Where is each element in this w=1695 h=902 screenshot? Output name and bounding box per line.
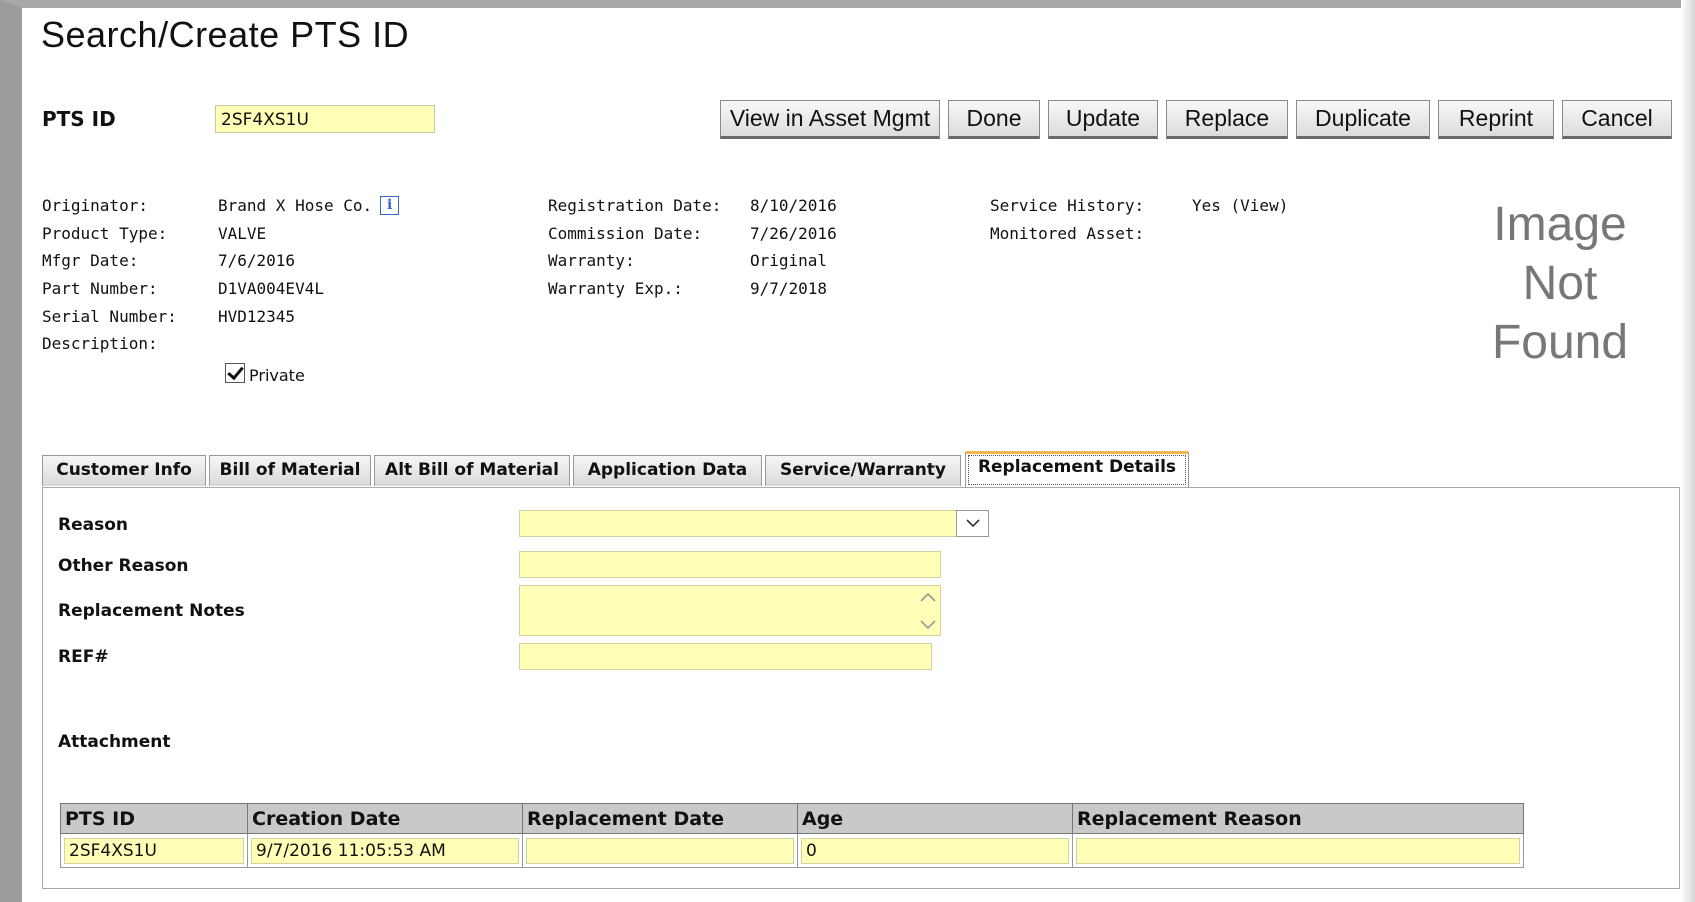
description-value — [218, 334, 399, 362]
grid-cell — [522, 833, 798, 868]
part-number-value: D1VA004EV4L — [218, 279, 324, 299]
info-labels-col2: Registration Date: Commission Date: Warr… — [548, 196, 721, 307]
grid-header-pts-id: PTS ID — [60, 803, 248, 834]
grid-cell: 0 — [797, 833, 1073, 868]
originator-row: Brand X Hose Co. i — [218, 196, 400, 224]
grid-age-input[interactable]: 0 — [801, 837, 1069, 864]
grid-replacement-date-input[interactable] — [526, 837, 794, 864]
textarea-scrollbar[interactable] — [917, 587, 939, 635]
private-checkbox[interactable] — [225, 363, 245, 383]
product-type-label: Product Type: — [42, 223, 168, 243]
replacement-grid: PTS ID Creation Date Replacement Date Ag… — [60, 803, 1524, 868]
reason-label: Reason — [58, 515, 128, 535]
replacement-notes-label: Replacement Notes — [58, 601, 245, 621]
tab-bill-of-material[interactable]: Bill of Material — [209, 455, 371, 486]
replace-button[interactable]: Replace — [1166, 100, 1288, 139]
tab-service-warranty[interactable]: Service/Warranty — [765, 455, 961, 486]
image-placeholder-line: Found — [1491, 316, 1629, 369]
pts-id-label: PTS ID — [42, 107, 116, 131]
monitored-asset-label: Monitored Asset: — [990, 223, 1145, 243]
table-row: 2SF4XS1U 9/7/2016 11:05:53 AM 0 — [60, 833, 1524, 868]
tab-alt-bill-of-material[interactable]: Alt Bill of Material — [374, 455, 570, 486]
info-labels-col3: Service History: Monitored Asset: — [990, 196, 1144, 251]
private-checkbox-row[interactable]: Private — [225, 363, 305, 385]
info-values-col2: 8/10/2016 7/26/2016 Original 9/7/2018 — [750, 196, 837, 307]
tab-replacement-details[interactable]: Replacement Details — [965, 451, 1189, 488]
serial-number-value: HVD12345 — [218, 306, 296, 326]
info-values-col3: Yes (View) — [1192, 196, 1288, 251]
warranty-exp-value: 9/7/2018 — [750, 279, 828, 299]
info-labels-col1: Originator: Product Type: Mfgr Date: Par… — [42, 196, 177, 362]
serial-number-label: Serial Number: — [42, 306, 177, 326]
commission-date-label: Commission Date: — [548, 223, 703, 243]
chevron-down-icon[interactable] — [956, 510, 989, 537]
done-button[interactable]: Done — [948, 100, 1040, 139]
service-history-label: Service History: — [990, 196, 1145, 215]
replacement-notes-textarea[interactable] — [519, 585, 941, 636]
mfgr-date-label: Mfgr Date: — [42, 251, 139, 271]
grid-cell: 2SF4XS1U — [60, 833, 248, 868]
grid-header-replacement-date: Replacement Date — [522, 803, 798, 834]
window-shadow — [1681, 0, 1695, 902]
mfgr-date-value: 7/6/2016 — [218, 251, 296, 271]
ref-label: REF# — [58, 647, 109, 667]
grid-pts-id-input[interactable]: 2SF4XS1U — [64, 837, 244, 864]
product-type-value: VALVE — [218, 223, 267, 243]
monitored-asset-value — [1192, 224, 1288, 252]
warranty-label: Warranty: — [548, 251, 635, 271]
info-values-col1: Brand X Hose Co. i VALVE 7/6/2016 D1VA004… — [218, 196, 400, 362]
grid-replacement-reason-input[interactable] — [1076, 837, 1520, 864]
registration-date-value: 8/10/2016 — [750, 196, 837, 215]
grid-cell: 9/7/2016 11:05:53 AM — [247, 833, 523, 868]
image-placeholder-line: Image — [1493, 198, 1627, 251]
reason-select[interactable] — [519, 510, 989, 537]
registration-date-label: Registration Date: — [548, 196, 722, 215]
warranty-exp-label: Warranty Exp.: — [548, 279, 683, 299]
grid-creation-date-input[interactable]: 9/7/2016 11:05:53 AM — [251, 837, 519, 864]
tab-customer-info[interactable]: Customer Info — [42, 455, 206, 486]
grid-header-creation-date: Creation Date — [247, 803, 523, 834]
service-history-value[interactable]: Yes (View) — [1192, 196, 1288, 224]
page-title: Search/Create PTS ID — [41, 14, 410, 55]
scroll-up-icon — [920, 592, 936, 602]
replacement-details-panel: Reason Other Reason Replacement Notes RE… — [42, 487, 1680, 889]
pts-id-input[interactable]: 2SF4XS1U — [215, 105, 435, 133]
reprint-button[interactable]: Reprint — [1438, 100, 1554, 139]
other-reason-input[interactable] — [519, 551, 941, 578]
grid-header-row: PTS ID Creation Date Replacement Date Ag… — [60, 803, 1524, 834]
update-button[interactable]: Update — [1048, 100, 1158, 139]
part-number-label: Part Number: — [42, 279, 158, 299]
scroll-down-icon — [920, 620, 936, 630]
private-label: Private — [249, 366, 305, 385]
attachment-label: Attachment — [58, 732, 171, 752]
warranty-value: Original — [750, 251, 828, 271]
originator-label: Originator: — [42, 196, 148, 215]
image-not-found-placeholder: Image Not Found — [1470, 195, 1650, 372]
grid-header-age: Age — [797, 803, 1073, 834]
other-reason-label: Other Reason — [58, 556, 189, 576]
description-label: Description: — [42, 334, 158, 354]
commission-date-value: 7/26/2016 — [750, 223, 837, 243]
cancel-button[interactable]: Cancel — [1562, 100, 1672, 139]
image-placeholder-line: Not — [1522, 257, 1598, 310]
view-in-asset-mgmt-button[interactable]: View in Asset Mgmt — [720, 100, 940, 139]
tab-application-data[interactable]: Application Data — [573, 455, 762, 486]
grid-header-replacement-reason: Replacement Reason — [1072, 803, 1524, 834]
info-icon[interactable]: i — [380, 196, 400, 215]
duplicate-button[interactable]: Duplicate — [1296, 100, 1430, 139]
originator-value: Brand X Hose Co. — [218, 196, 373, 215]
grid-cell — [1072, 833, 1524, 868]
ref-input[interactable] — [519, 643, 932, 670]
